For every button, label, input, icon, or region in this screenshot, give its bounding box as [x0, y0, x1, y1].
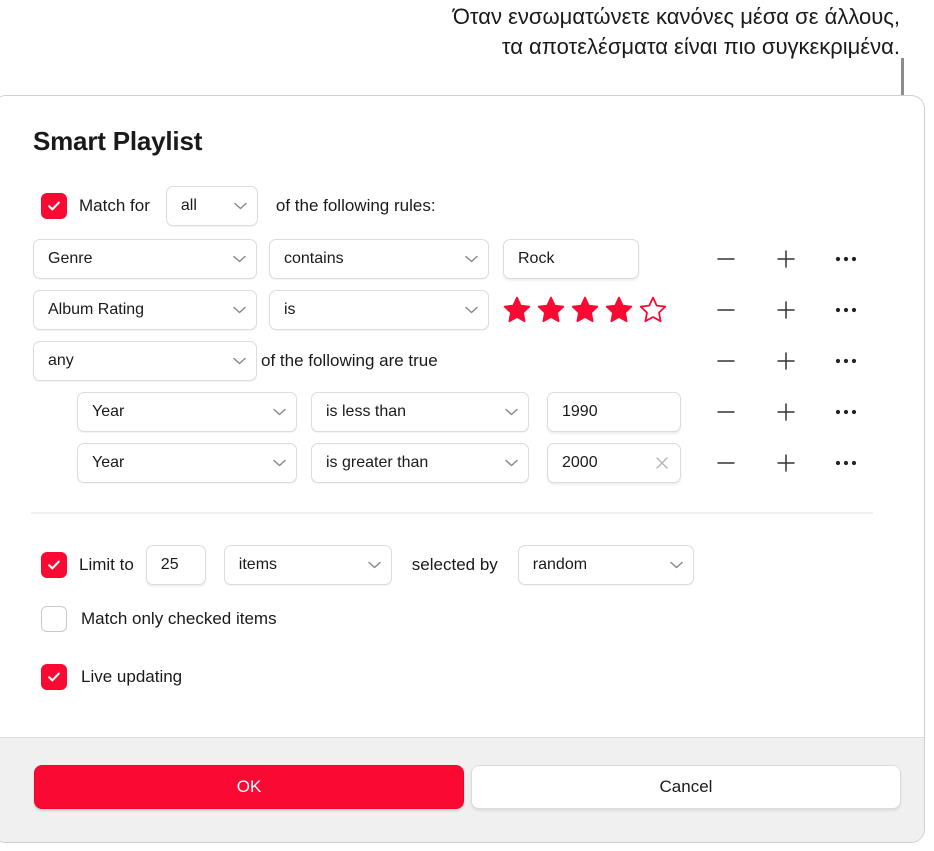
- limit-unit-value: items: [238, 556, 278, 573]
- add-rule-button[interactable]: [769, 446, 803, 480]
- option-row[interactable]: Live updating: [41, 664, 182, 690]
- match-label-after: of the following rules:: [275, 196, 436, 215]
- limit-label: Limit to: [79, 555, 134, 574]
- rule-value-input[interactable]: Rock: [503, 239, 639, 279]
- dialog-footer: OK Cancel: [0, 737, 924, 842]
- rule-operator-value: contains: [284, 250, 344, 267]
- more-options-button[interactable]: [829, 344, 863, 378]
- smart-playlist-dialog: Smart Playlist Match for all of the foll…: [0, 95, 925, 843]
- rule-field-value: Album Rating: [48, 301, 145, 318]
- ok-button[interactable]: OK: [34, 765, 464, 809]
- chevron-down-icon: [233, 357, 246, 365]
- chevron-down-icon: [465, 255, 478, 263]
- rule-value-input[interactable]: 2000: [547, 443, 681, 483]
- selected-by-select[interactable]: random: [517, 545, 694, 585]
- match-row: Match for all of the following rules:: [41, 186, 436, 226]
- chevron-down-icon: [273, 408, 286, 416]
- match-checkbox[interactable]: [41, 193, 67, 219]
- match-label-before: Match for: [79, 196, 150, 215]
- remove-rule-button[interactable]: [709, 344, 743, 378]
- screenshot-root: Όταν ενσωματώνετε κανόνες μέσα σε άλλους…: [0, 0, 934, 851]
- chevron-down-icon: [273, 459, 286, 467]
- chevron-down-icon: [233, 255, 246, 263]
- selected-by-value: random: [532, 556, 588, 573]
- rule-value-text: Rock: [518, 250, 555, 267]
- rule-operator-value: is greater than: [326, 454, 429, 471]
- chevron-down-icon: [465, 306, 478, 314]
- rule-row-actions: [709, 344, 863, 378]
- more-options-button[interactable]: [829, 293, 863, 327]
- rule-star-rating[interactable]: [503, 296, 667, 323]
- add-rule-button[interactable]: [769, 344, 803, 378]
- page-title: Smart Playlist: [33, 126, 203, 156]
- rule-field-value: any: [48, 352, 74, 369]
- remove-rule-button[interactable]: [709, 242, 743, 276]
- remove-rule-button[interactable]: [709, 293, 743, 327]
- rule-field-select[interactable]: any: [33, 341, 257, 381]
- rule-field-value: Year: [92, 454, 125, 471]
- rule-field-select[interactable]: Year: [77, 392, 297, 432]
- rule-group-label: of the following are true: [261, 351, 438, 370]
- limit-amount-input[interactable]: 25: [145, 545, 206, 585]
- remove-rule-button[interactable]: [709, 446, 743, 480]
- remove-rule-button[interactable]: [709, 395, 743, 429]
- rule-field-select[interactable]: Album Rating: [33, 290, 257, 330]
- rule-operator-select[interactable]: contains: [269, 239, 489, 279]
- limit-row: Limit to 25 items selected by random: [41, 545, 694, 585]
- rule-operator-select[interactable]: is less than: [311, 392, 529, 432]
- rule-value-input[interactable]: 1990: [547, 392, 681, 432]
- rule-value-text: 2000: [562, 454, 598, 471]
- star-filled-icon[interactable]: [503, 296, 531, 323]
- star-filled-icon[interactable]: [605, 296, 633, 323]
- rule-operator-select[interactable]: is: [269, 290, 489, 330]
- limit-amount-value: 25: [160, 556, 179, 573]
- add-rule-button[interactable]: [769, 395, 803, 429]
- rule-operator-value: is: [284, 301, 296, 318]
- limit-unit-select[interactable]: items: [223, 545, 392, 585]
- add-rule-button[interactable]: [769, 242, 803, 276]
- rule-row-actions: [709, 242, 863, 276]
- rule-operator-value: is less than: [326, 403, 407, 420]
- option-label: Match only checked items: [81, 609, 277, 628]
- chevron-down-icon: [234, 202, 247, 210]
- option-checkbox[interactable]: [41, 606, 67, 632]
- match-scope-value: all: [180, 197, 197, 214]
- star-empty-icon[interactable]: [639, 296, 667, 323]
- rule-value-text: 1990: [562, 403, 598, 420]
- more-options-button[interactable]: [829, 446, 863, 480]
- add-rule-button[interactable]: [769, 293, 803, 327]
- dialog-body: Smart Playlist Match for all of the foll…: [0, 96, 924, 740]
- rule-row-actions: [709, 446, 863, 480]
- limit-checkbox[interactable]: [41, 552, 67, 578]
- rule-row-actions: [709, 293, 863, 327]
- selected-by-label: selected by: [411, 555, 498, 574]
- chevron-down-icon: [505, 459, 518, 467]
- option-row[interactable]: Match only checked items: [41, 606, 277, 632]
- chevron-down-icon: [670, 561, 683, 569]
- more-options-button[interactable]: [829, 242, 863, 276]
- rule-field-select[interactable]: Genre: [33, 239, 257, 279]
- option-checkbox[interactable]: [41, 664, 67, 690]
- chevron-down-icon: [368, 561, 381, 569]
- chevron-down-icon: [233, 306, 246, 314]
- section-divider: [31, 512, 873, 514]
- rule-field-select[interactable]: Year: [77, 443, 297, 483]
- chevron-down-icon: [505, 408, 518, 416]
- rule-field-value: Year: [92, 403, 125, 420]
- more-options-button[interactable]: [829, 395, 863, 429]
- star-filled-icon[interactable]: [571, 296, 599, 323]
- option-label: Live updating: [81, 667, 183, 686]
- callout-annotation-text: Όταν ενσωματώνετε κανόνες μέσα σε άλλους…: [452, 4, 900, 59]
- rule-field-value: Genre: [48, 250, 93, 267]
- cancel-button[interactable]: Cancel: [471, 765, 901, 809]
- star-filled-icon[interactable]: [537, 296, 565, 323]
- rule-operator-select[interactable]: is greater than: [311, 443, 529, 483]
- clear-icon[interactable]: [654, 455, 670, 471]
- match-scope-select[interactable]: all: [165, 186, 258, 226]
- rule-row-actions: [709, 395, 863, 429]
